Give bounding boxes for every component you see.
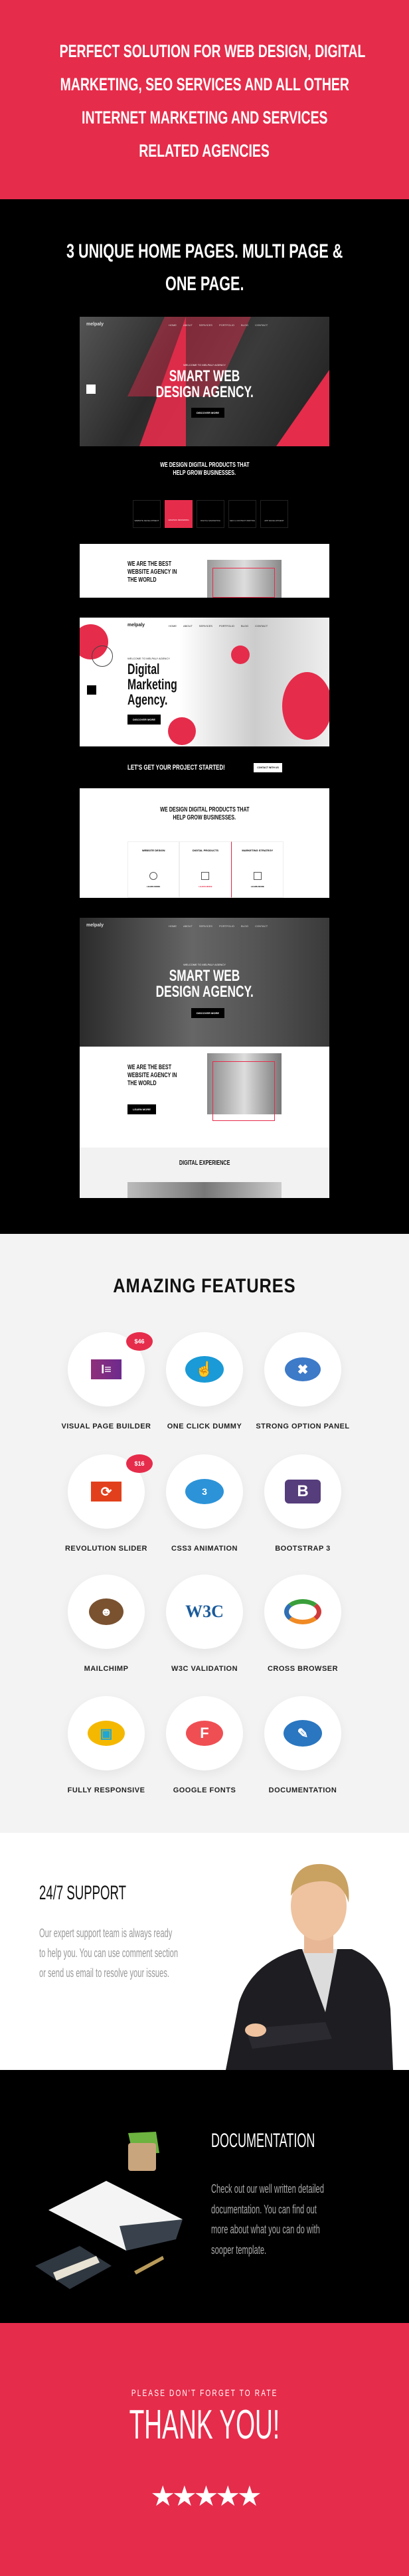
feature-label: GOOGLE FONTS <box>173 1786 236 1794</box>
feature-label: VISUAL PAGE BUILDER <box>61 1422 151 1430</box>
star-icon[interactable]: ★ <box>215 2480 240 2512</box>
w3c-icon: W3C <box>185 1602 224 1621</box>
revolution-slider-icon: ⟳ <box>91 1482 122 1502</box>
home-preview-4[interactable]: WE DESIGN DIGITAL PRODUCTS THAT HELP GROW… <box>80 788 329 898</box>
thank-you-section: PLEASE DON'T FORGET TO RATE THANK YOU! ★… <box>0 2323 409 2576</box>
intro-line: INTERNET MARKETING AND SERVICES <box>81 108 328 128</box>
feature-label: ONE CLICK DUMMY <box>167 1422 242 1430</box>
mock-hero-title: SMART WEB DESIGN AGENCY. <box>155 367 254 401</box>
support-title: 24/7 SUPPORT <box>39 1882 126 1904</box>
mock-service-boxes: WEBSITE DEVELOPMENT GRAPHIC DESIGNING DI… <box>133 500 288 528</box>
feature-label: CROSS BROWSER <box>267 1665 339 1673</box>
mock-best-title: WE ARE THE BEST WEBSITE AGENCY IN THE WORL… <box>127 560 177 584</box>
feature-label: W3C VALIDATION <box>171 1665 238 1673</box>
feature-icon-circle: ▣ <box>68 1696 145 1770</box>
documentation-section: DOCUMENTATION Check out our well written… <box>0 2070 409 2323</box>
docs-title: DOCUMENTATION <box>211 2130 315 2152</box>
star-icon[interactable]: ★ <box>150 2480 175 2512</box>
feature-icon-circle <box>264 1575 341 1649</box>
mock-hero-title: Digital Marketing Agency. <box>127 661 177 708</box>
feature-label: CSS3 ANIMATION <box>171 1545 238 1553</box>
intro-line: PERFECT SOLUTION FOR WEB DESIGN, DIGITAL <box>59 41 366 61</box>
css3-icon: 3 <box>185 1479 224 1504</box>
support-person-image <box>226 1863 393 2070</box>
section-title: ONE PAGE. <box>165 273 244 295</box>
feature-label: MAILCHIMP <box>84 1665 129 1673</box>
feature-icon-circle: ✎ <box>264 1696 341 1770</box>
rate-reminder: PLEASE DON'T FORGET TO RATE <box>131 2387 278 2398</box>
feature-icon-circle: W3C <box>166 1575 243 1649</box>
price-badge: $16 <box>126 1454 153 1473</box>
intro-line: MARKETING, SEO SERVICES AND ALL OTHER <box>60 74 349 94</box>
cross-browser-icon <box>284 1599 321 1624</box>
feature-icon-circle: B <box>264 1454 341 1529</box>
price-badge: $46 <box>126 1332 153 1351</box>
section-title: 3 UNIQUE HOME PAGES. MULTI PAGE & <box>66 240 343 262</box>
mock-discover-button[interactable]: DISCOVER MORE <box>127 715 161 725</box>
mock-cards: WEBSITE DESIGN LEARN MORE DIGITAL PRODUCT… <box>127 841 284 898</box>
mock-learn-more-button[interactable]: LEARN MORE <box>127 1104 156 1114</box>
features-title: AMAZING FEATURES <box>113 1275 296 1297</box>
mock-nav: melpaly HOME ABOUT SERVICES PORTFOLIO BLOG CO… <box>127 623 268 628</box>
mock-discover-button[interactable]: DISCOVER MORE <box>191 1008 225 1018</box>
feature-icon-circle: ✖ <box>264 1332 341 1407</box>
responsive-devices-icon: ▣ <box>88 1721 125 1746</box>
mailchimp-icon: ☻ <box>89 1598 123 1625</box>
mock-cta-text: LET'S GET YOUR PROJECT STARTED! <box>127 764 225 772</box>
mock-nav: melpaly HOME ABOUT SERVICES PORTFOLIO BLOG CO… <box>86 923 268 928</box>
feature-label: REVOLUTION SLIDER <box>64 1545 147 1553</box>
intro-banner: PERFECT SOLUTION FOR WEB DESIGN, DIGITAL… <box>0 0 409 199</box>
bootstrap-icon: B <box>285 1480 321 1503</box>
thank-you-title: THANK YOU! <box>129 2402 280 2448</box>
star-icon[interactable]: ★ <box>172 2480 197 2512</box>
feature-icon-circle: 3 <box>166 1454 243 1529</box>
home-preview-3[interactable]: melpaly HOME ABOUT SERVICES PORTFOLIO BLOG CO… <box>80 618 329 746</box>
home-pages-section: 3 UNIQUE HOME PAGES. MULTI PAGE & ONE PA… <box>0 199 409 1234</box>
elementor-icon: I≡ <box>91 1359 122 1379</box>
docs-body: Check out our well written detailed docu… <box>211 2182 324 2257</box>
star-icon[interactable]: ★ <box>237 2480 262 2512</box>
feature-label: FULLY RESPONSIVE <box>67 1786 145 1794</box>
mock-logo: melpaly <box>86 322 104 327</box>
home-preview-1[interactable]: melpaly HOME ABOUT SERVICES PORTFOLIO BLOG CO… <box>80 317 329 446</box>
hand-click-icon: ☝ <box>185 1356 224 1383</box>
feature-label: BOOTSTRAP 3 <box>275 1545 331 1553</box>
feature-label: STRONG OPTION PANEL <box>256 1422 350 1430</box>
home-preview-2[interactable]: WE ARE THE BEST WEBSITE AGENCY IN THE WORL… <box>80 544 329 598</box>
mock-nav: melpaly HOME ABOUT SERVICES PORTFOLIO BLOG CO… <box>86 322 268 327</box>
home-preview-5[interactable]: melpaly HOME ABOUT SERVICES PORTFOLIO BLOG CO… <box>80 918 329 1198</box>
support-section: 24/7 SUPPORT Our expert support team is … <box>0 1833 409 2070</box>
google-fonts-icon: F <box>186 1721 223 1746</box>
tools-icon: ✖ <box>285 1357 321 1381</box>
intro-line: RELATED AGENCIES <box>139 141 270 161</box>
documentation-illustration <box>35 2132 183 2289</box>
feature-label: DOCUMENTATION <box>268 1786 337 1794</box>
features-section: AMAZING FEATURES I≡ $46 VISUAL PAGE BUILDE… <box>0 1234 409 1833</box>
documentation-icon: ✎ <box>284 1720 322 1747</box>
feature-icon-circle: F <box>166 1696 243 1770</box>
feature-icon-circle: ☻ <box>68 1575 145 1649</box>
mock-discover-button[interactable]: DISCOVER MORE <box>191 408 225 418</box>
mock-cta-button[interactable]: CONTACT WITH US <box>254 763 282 772</box>
mock-welcome: WELCOME TO MELPALY AGENCY <box>183 363 226 367</box>
mock-products-title: WE DESIGN DIGITAL PRODUCTS THAT HELP GROW… <box>159 462 250 477</box>
star-icon[interactable]: ★ <box>194 2480 219 2512</box>
rating-stars[interactable]: ★★★★★ <box>0 2482 409 2510</box>
feature-icon-circle: ☝ <box>166 1332 243 1407</box>
